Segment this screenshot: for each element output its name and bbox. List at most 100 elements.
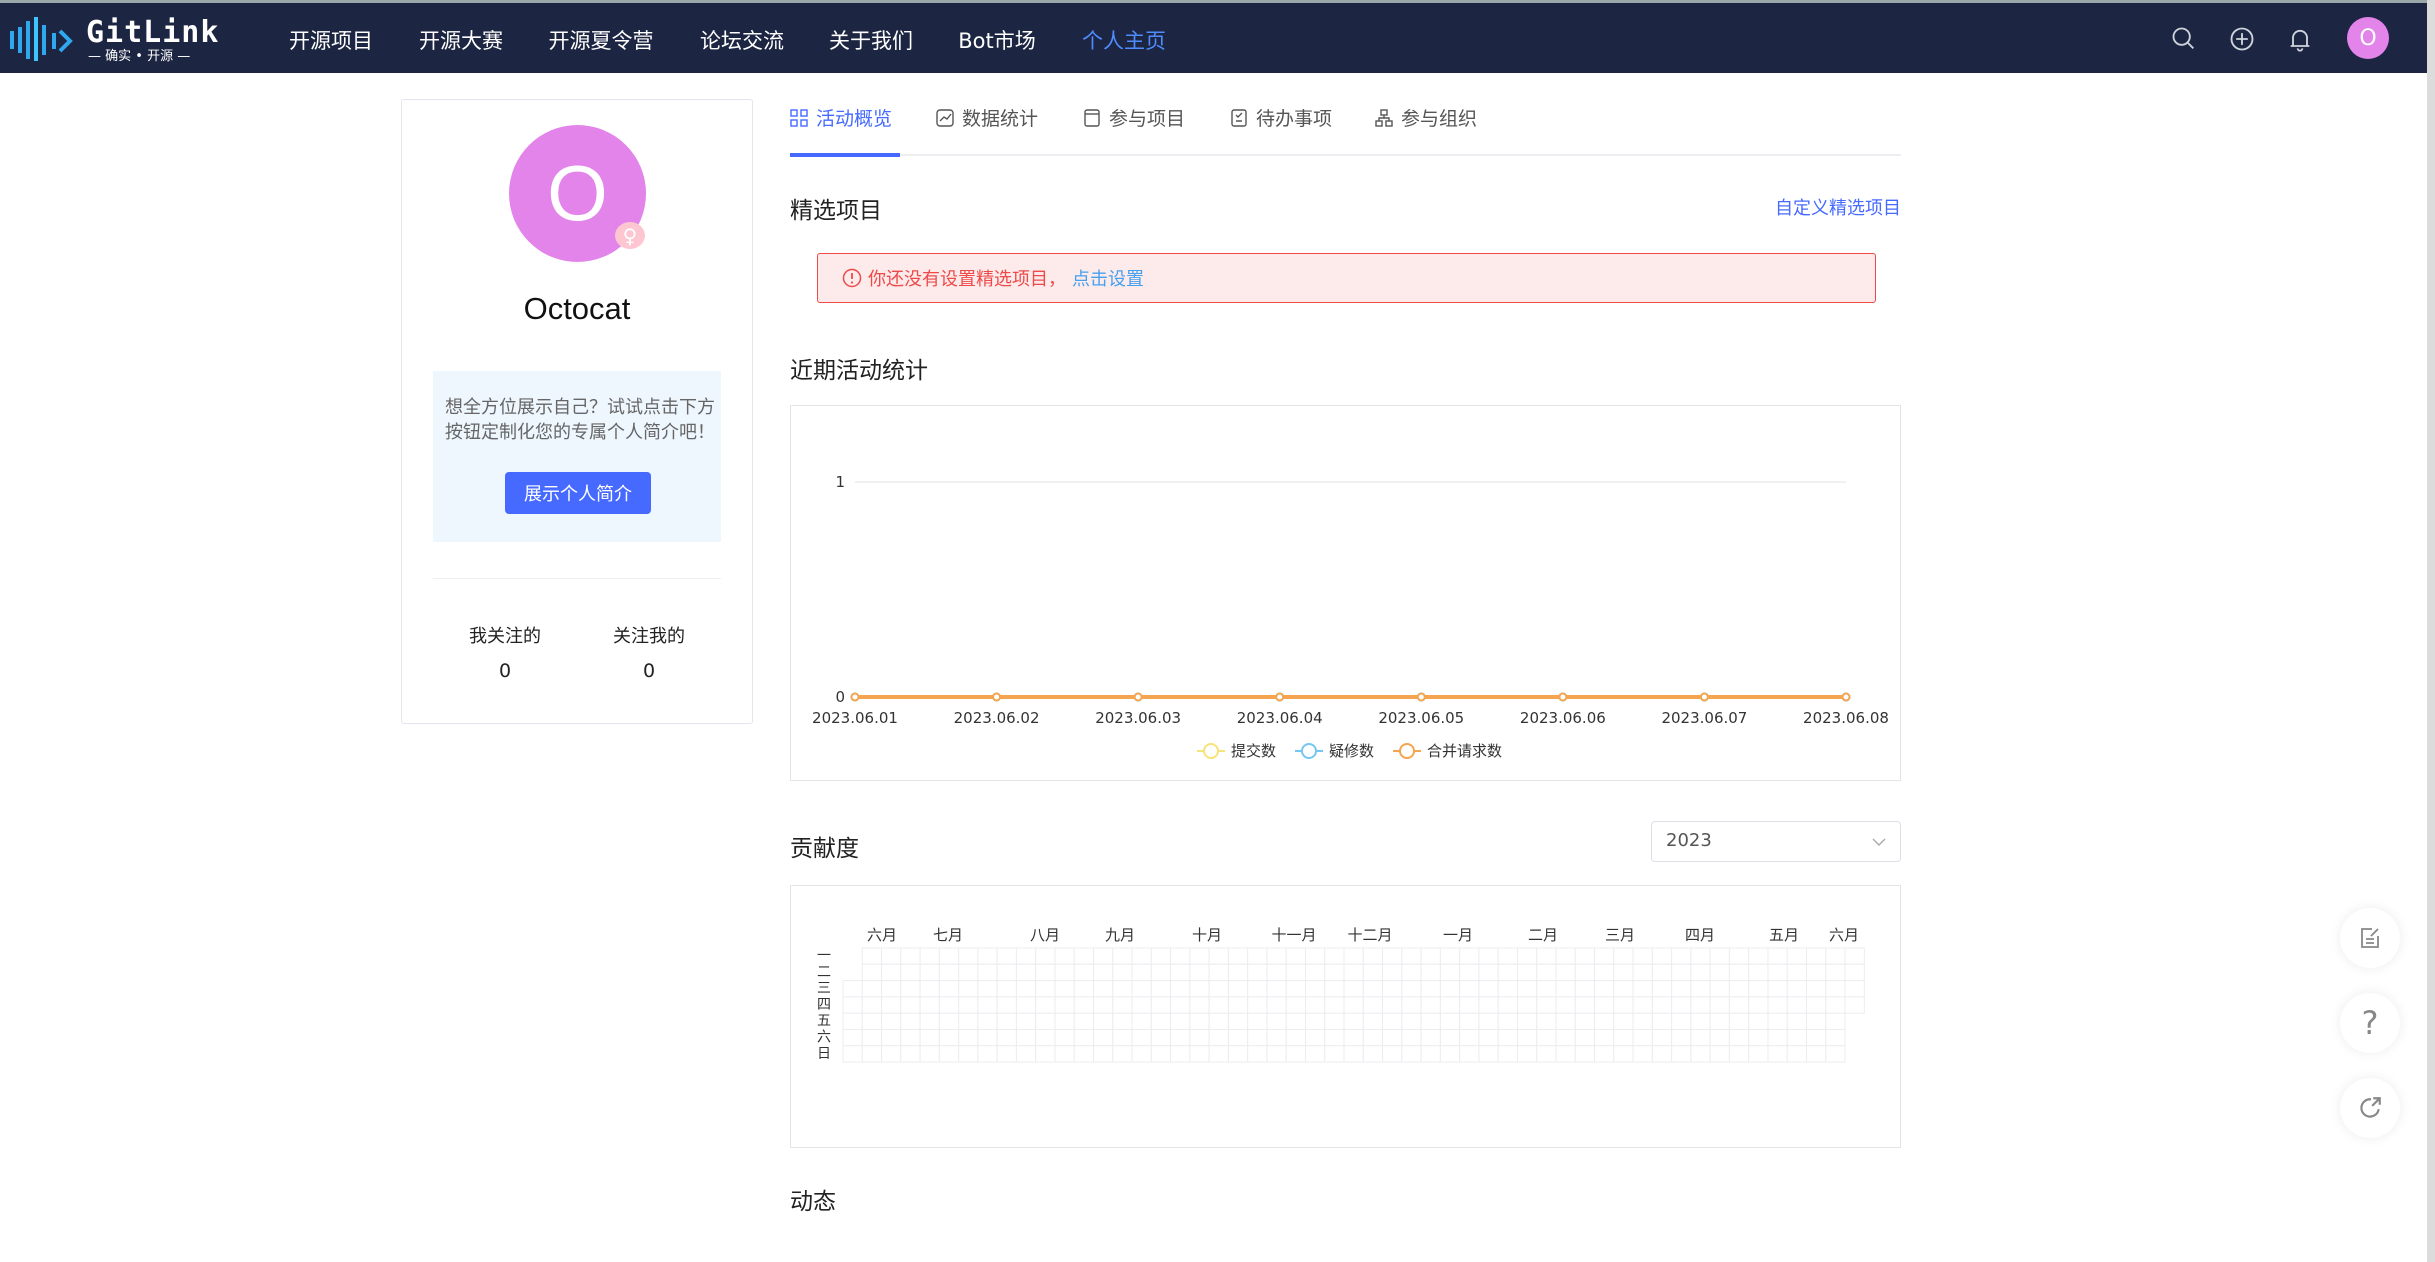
heatmap-cell	[1343, 963, 1364, 982]
heatmap-cell	[1594, 996, 1615, 1014]
heatmap-cell	[900, 963, 921, 982]
heatmap-cell	[958, 1045, 979, 1063]
following-count: 0	[498, 660, 512, 682]
heatmap-cell	[1748, 947, 1769, 965]
nav-item-2[interactable]: 开源夏令营	[549, 25, 654, 55]
heatmap-cell	[1439, 996, 1461, 1014]
heatmap-cell	[1170, 947, 1191, 965]
heatmap-cell	[1112, 1029, 1133, 1047]
tab-projects[interactable]: 参与项目	[1083, 104, 1185, 131]
following-label: 我关注的	[469, 626, 541, 647]
share-button[interactable]	[2340, 1078, 2400, 1138]
heatmap-cell	[1632, 980, 1653, 998]
tab-todo[interactable]: 待办事项	[1230, 104, 1332, 131]
chart-icon	[936, 108, 954, 127]
heatmap-cell	[1015, 996, 1037, 1014]
heatmap-cell	[1613, 947, 1634, 965]
heatmap-cell	[1690, 980, 1711, 998]
heatmap-cell	[919, 947, 940, 965]
heatmap-cell	[1825, 963, 1846, 982]
data-point	[1416, 692, 1426, 702]
nav-item-4[interactable]: 关于我们	[829, 25, 913, 55]
feedback-button[interactable]	[2340, 908, 2400, 968]
heatmap-cell	[958, 980, 979, 998]
heatmap-cell	[1054, 996, 1075, 1014]
heatmap-cell	[1806, 996, 1827, 1014]
heatmap-cell	[1208, 1012, 1229, 1030]
heatmap-cell	[1073, 996, 1095, 1014]
data-point	[1133, 692, 1143, 702]
customize-featured-link[interactable]: 自定义精选项目	[1700, 194, 1901, 220]
heatmap-cell	[1613, 980, 1634, 998]
heatmap-cell	[861, 963, 883, 982]
following-stat[interactable]: 我关注的 0	[445, 622, 565, 682]
heatmap-cell	[842, 1045, 863, 1063]
x-tick-label: 2023.06.04	[1237, 709, 1323, 727]
help-button[interactable]: ?	[2340, 993, 2400, 1053]
heatmap-cell	[1439, 947, 1461, 965]
heatmap-cell	[1478, 1012, 1499, 1030]
heatmap-cell	[1112, 1045, 1133, 1063]
heatmap-cell	[1690, 1029, 1711, 1047]
heatmap-cell	[1748, 1045, 1769, 1063]
data-point	[1699, 692, 1709, 702]
heatmap-cell	[881, 963, 902, 982]
show-intro-button[interactable]: 展示个人简介	[505, 472, 651, 514]
y-tick-label: 0	[835, 688, 845, 706]
heatmap-cell	[1439, 963, 1461, 982]
heatmap-cell	[881, 980, 902, 998]
heatmap-cell	[1073, 947, 1095, 965]
heatmap-cell	[1170, 996, 1191, 1014]
heatmap-cell	[1632, 947, 1653, 965]
heatmap-cell	[1150, 947, 1172, 965]
search-icon[interactable]	[2170, 25, 2198, 53]
heatmap-cell	[1497, 996, 1518, 1014]
nav-item-5[interactable]: Bot市场	[958, 25, 1036, 55]
heatmap-cell	[1150, 980, 1172, 998]
heatmap-cell	[1767, 1045, 1788, 1063]
heatmap-cell	[1459, 1012, 1480, 1030]
heatmap-cell	[1516, 947, 1538, 965]
nav-item-6[interactable]: 个人主页	[1082, 25, 1166, 55]
tab-organizations[interactable]: 参与组织	[1375, 104, 1477, 131]
nav-item-0[interactable]: 开源项目	[289, 25, 373, 55]
heatmap-cell	[1767, 996, 1788, 1014]
gitlink-logo[interactable]: GitLink — 确实 • 开源 —	[8, 15, 238, 64]
heatmap-cell	[1324, 947, 1345, 965]
nav-item-1[interactable]: 开源大赛	[419, 25, 503, 55]
scrollbar[interactable]	[2427, 0, 2435, 1262]
set-featured-link[interactable]: 点击设置	[1072, 265, 1144, 291]
year-select[interactable]: 2023	[1651, 821, 1901, 862]
heatmap-cell	[1806, 980, 1827, 998]
heatmap-cell	[1497, 980, 1518, 998]
heatmap-cell	[1285, 980, 1306, 998]
heatmap-cell	[1362, 947, 1384, 965]
month-label: 十一月	[1271, 926, 1316, 944]
heatmap-cell	[1093, 996, 1114, 1014]
heatmap-cell	[1825, 996, 1846, 1014]
bell-icon[interactable]	[2286, 25, 2314, 53]
heatmap-cell	[1131, 1012, 1152, 1030]
heatmap-cell	[1304, 963, 1326, 982]
nav-item-3[interactable]: 论坛交流	[700, 25, 784, 55]
active-tab-indicator	[790, 153, 900, 157]
heatmap-cell	[1150, 1029, 1172, 1047]
heatmap-cell	[861, 980, 883, 998]
heatmap-cell	[1709, 980, 1730, 998]
heatmap-cell	[1304, 1012, 1326, 1030]
heatmap-cell	[1709, 1012, 1730, 1030]
heatmap-cell	[881, 996, 902, 1014]
tab-data-stats[interactable]: 数据统计	[936, 104, 1038, 131]
user-avatar[interactable]: O	[2347, 17, 2389, 59]
followers-stat[interactable]: 关注我的 0	[589, 622, 709, 682]
tab-activity-overview[interactable]: 活动概览	[790, 104, 892, 131]
add-icon[interactable]	[2228, 25, 2256, 53]
heatmap-cell	[1555, 996, 1576, 1014]
heatmap-cell	[1632, 1029, 1653, 1047]
heatmap-cell	[900, 1029, 921, 1047]
heatmap-cell	[1073, 980, 1095, 998]
alert-text: 你还没有设置精选项目，	[868, 269, 1066, 290]
heatmap-cell	[1844, 980, 1865, 998]
heatmap-cell	[1671, 947, 1692, 965]
heatmap-cell	[996, 963, 1017, 982]
